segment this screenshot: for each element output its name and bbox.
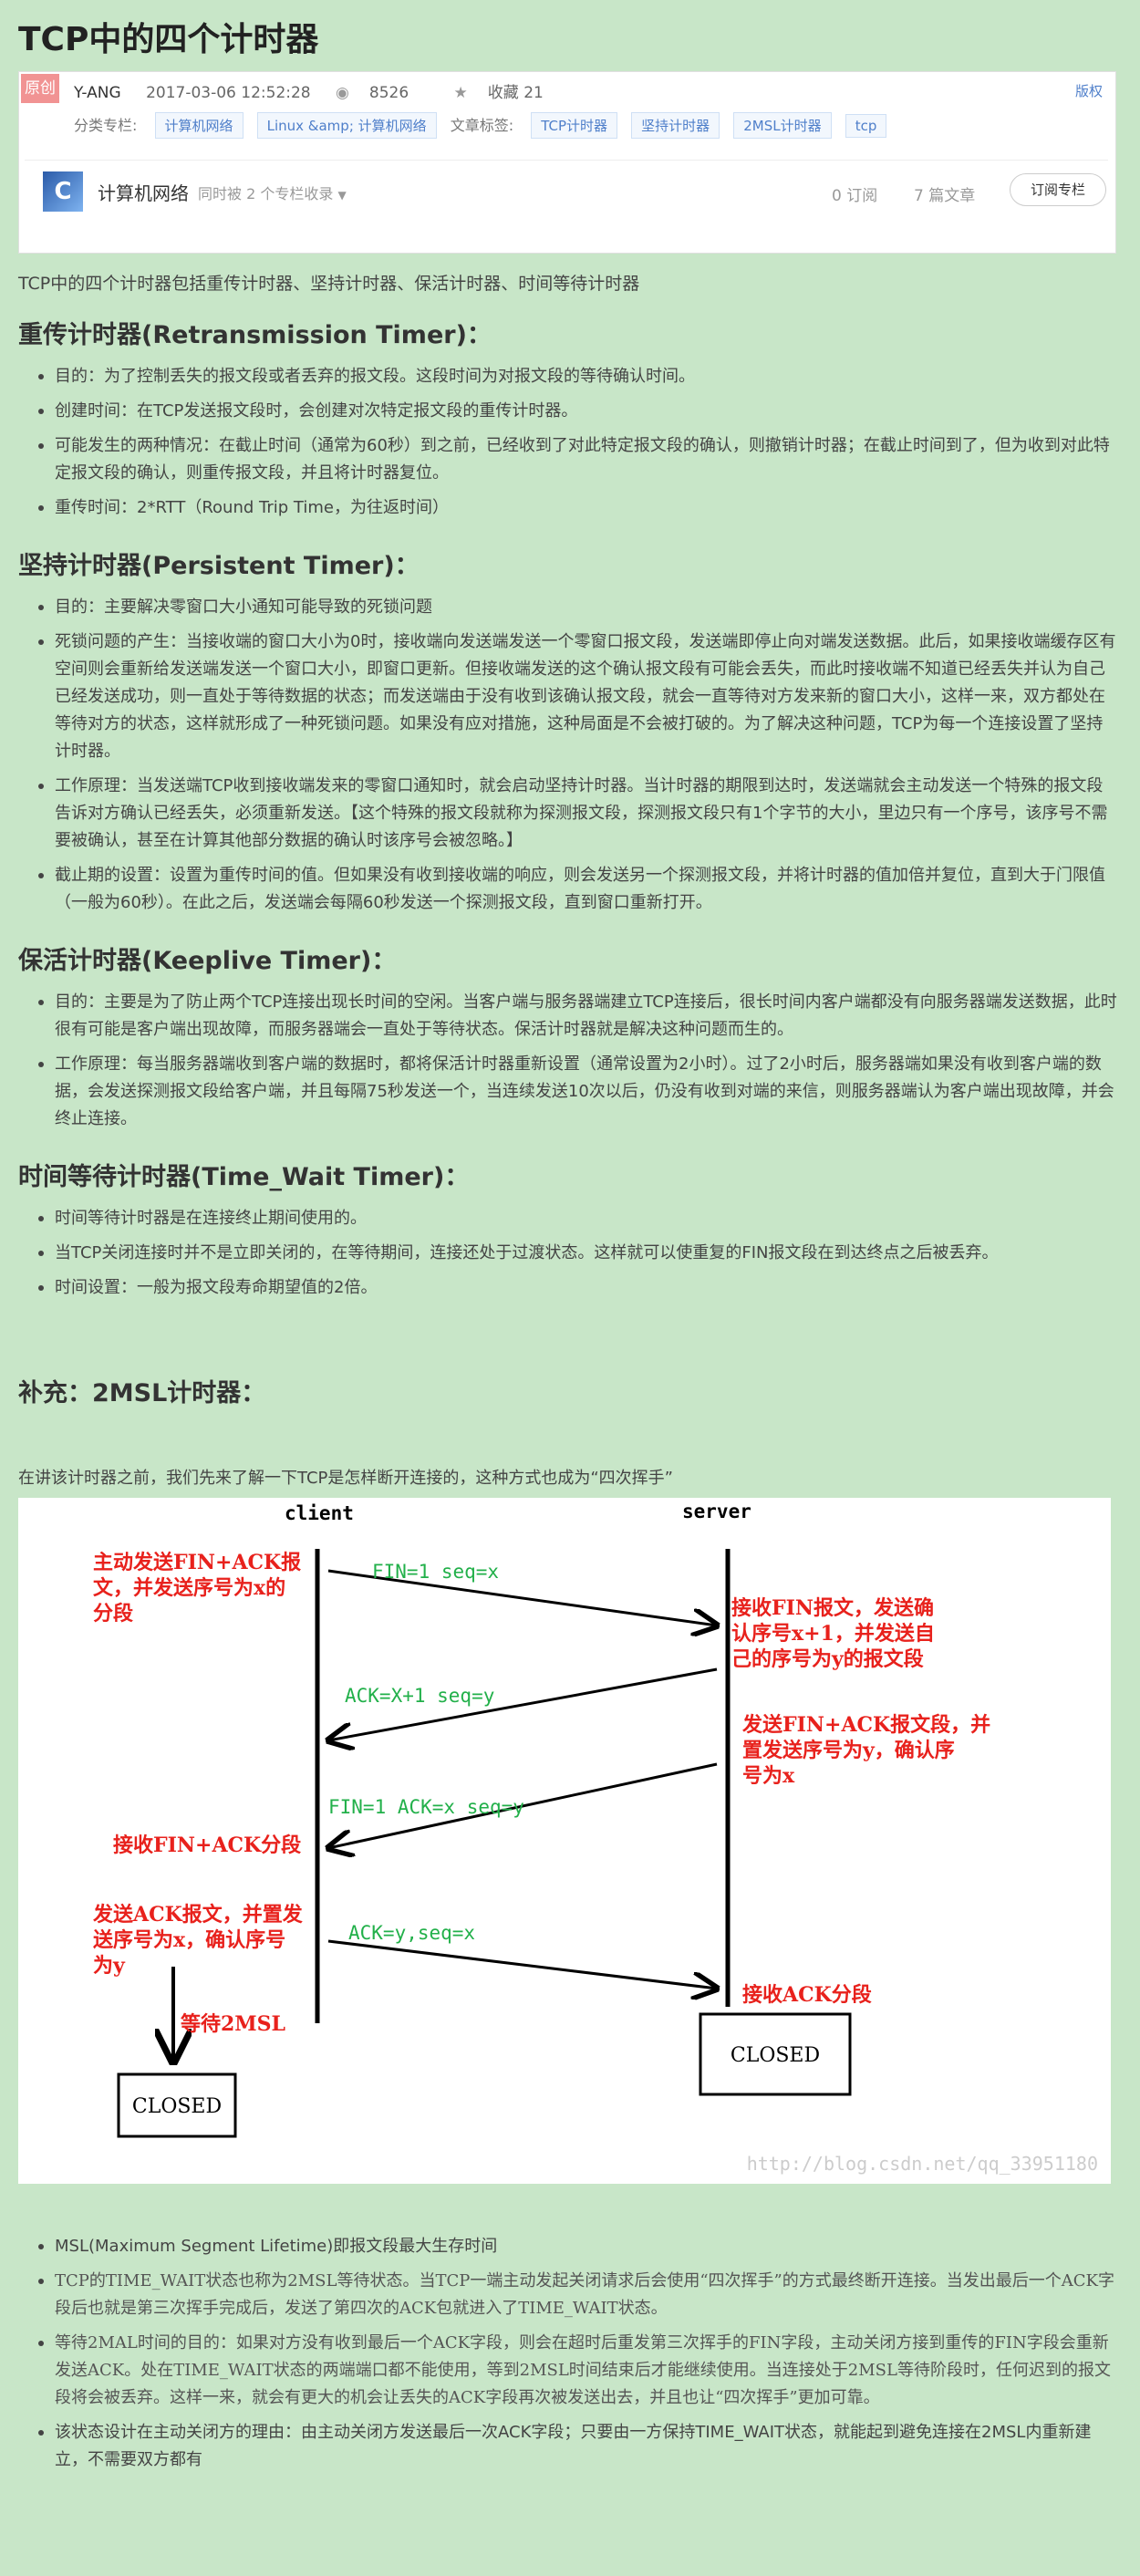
article-tag[interactable]: tcp: [845, 114, 887, 138]
list-item: 时间等待计时器是在连接终止期间使用的。: [38, 1205, 1117, 1232]
subscription-count: 0 订阅: [832, 187, 878, 205]
client-note-3: 为y: [93, 1954, 126, 1978]
page: TCP中的四个计时器 原创 Y-ANG 2017-03-06 12:52:28 …: [0, 0, 1140, 2576]
list-item: 目的：主要是为了防止两个TCP连接出现长时间的空闲。当客户端与服务器端建立TCP…: [38, 989, 1117, 1044]
publish-date: 2017-03-06 12:52:28: [146, 84, 311, 102]
client-note-2: 接收FIN+ACK分段: [113, 1833, 301, 1857]
original-badge: 原创: [21, 74, 59, 103]
section-list: 时间等待计时器是在连接终止期间使用的。 当TCP关闭连接时并不是立即关闭的，在等…: [18, 1205, 1117, 1302]
list-item: 可能发生的两种情况：在截止时间（通常为60秒）到之前，已经收到了对此特定报文段的…: [38, 432, 1117, 487]
article-tag-label: 文章标签:: [450, 117, 514, 134]
client-note-1: 分段: [93, 1602, 133, 1626]
list-item: 当TCP关闭连接时并不是立即关闭的，在等待期间，连接还处于过渡状态。这样就可以使…: [38, 1240, 1117, 1267]
list-item: 该状态设计在主动关闭方的理由：由主动关闭方发送最后一次ACK字段；只要由一方保持…: [38, 2419, 1117, 2474]
list-item: 重传时间：2*RTT（Round Trip Time，为往返时间）: [38, 494, 1117, 522]
client-closed-label: CLOSED: [132, 2095, 222, 2118]
msg-fin: FIN=1 seq=x: [372, 1561, 499, 1583]
eye-icon: ◉: [336, 84, 349, 102]
watermark: http://blog.csdn.net/qq_33951180: [746, 2153, 1098, 2175]
tag-row: 分类专栏: 计算机网络 Linux &amp; 计算机网络 文章标签: TCP计…: [74, 112, 896, 139]
column-label: 分类专栏:: [74, 117, 138, 134]
server-note-3: 接收ACK分段: [742, 1983, 872, 2007]
client-note-3: 发送ACK报文，并置发: [92, 1903, 304, 1927]
list-item: 目的：为了控制丢失的报文段或者丢弃的报文段。这段时间为对报文段的等待确认时间。: [38, 363, 1117, 390]
article-count: 7 篇文章: [914, 187, 976, 205]
client-label: client: [285, 1502, 354, 1524]
section-heading: 时间等待计时器(Time_Wait Timer)：: [18, 1163, 470, 1191]
column-logo[interactable]: C: [43, 171, 83, 212]
list-item: 死锁问题的产生：当接收端的窗口大小为0时，接收端向发送端发送一个零窗口报文段，发…: [38, 628, 1117, 765]
client-note-1: 文，并发送序号为x的: [93, 1576, 285, 1600]
server-note-1: 己的序号为y的报文段: [731, 1647, 924, 1671]
column-name[interactable]: 计算机网络: [98, 179, 189, 205]
wait-label: 等待2MSL: [181, 2012, 285, 2036]
section-heading: 保活计时器(Keeplive Timer)：: [18, 947, 397, 975]
article-tag[interactable]: TCP计时器: [531, 112, 618, 139]
list-item: MSL(Maximum Segment Lifetime)即报文段最大生存时间: [38, 2233, 1117, 2260]
column-tag[interactable]: 计算机网络: [154, 112, 244, 139]
list-item: 等待2MAL时间的目的：如果对方没有收到最后一个ACK字段，则会在超时后重发第三…: [38, 2330, 1117, 2412]
section-list: 目的：主要是为了防止两个TCP连接出现长时间的空闲。当客户端与服务器端建立TCP…: [18, 989, 1117, 1133]
article-tag[interactable]: 坚持计时器: [631, 112, 720, 139]
list-item: TCP的TIME_WAIT状态也称为2MSL等待状态。当TCP一端主动发起关闭请…: [38, 2268, 1117, 2322]
server-closed-label: CLOSED: [731, 2044, 820, 2067]
msg-final-ack: ACK=y,seq=x: [348, 1922, 475, 1944]
intro-text: TCP中的四个计时器包括重传计时器、坚持计时器、保活计时器、时间等待计时器: [18, 274, 640, 294]
list-item: 工作原理：每当服务器端收到客户端的数据时，都将保活计时器重新设置（通常设置为2小…: [38, 1051, 1117, 1133]
section-list: 目的：主要解决零窗口大小通知可能导致的死锁问题 死锁问题的产生：当接收端的窗口大…: [18, 594, 1117, 917]
section-heading: 坚持计时器(Persistent Timer)：: [18, 552, 420, 580]
figure-intro-text: 在讲该计时器之前，我们先来了解一下TCP是怎样断开连接的，这种方式也成为“四次挥…: [18, 1469, 674, 1488]
server-note-1: 接收FIN报文，发送确: [731, 1596, 934, 1620]
view-count: ◉ 8526: [336, 84, 409, 102]
msg-fin-ack: FIN=1 ACK=x seq=y: [328, 1796, 524, 1818]
final-ack-arrow: [327, 1939, 717, 1989]
four-way-handshake-diagram: client server FIN=1 seq=x ACK=X+1 seq=y …: [18, 1498, 1111, 2184]
article-meta-card: 原创 Y-ANG 2017-03-06 12:52:28 ◉ 8526 ★ 收藏 2…: [18, 71, 1116, 254]
list-item: 目的：主要解决零窗口大小通知可能导致的死锁问题: [38, 594, 1117, 621]
column-collected-dropdown[interactable]: 同时被 2 个专栏收录 ▼: [198, 182, 347, 203]
supplement-heading: 补充：2MSL计时器：: [18, 1379, 266, 1407]
list-item: 工作原理：当发送端TCP收到接收端发来的零窗口通知时，就会启动坚持计时器。当计时…: [38, 773, 1117, 855]
column-tag[interactable]: Linux &amp; 计算机网络: [256, 112, 437, 139]
article-tag[interactable]: 2MSL计时器: [733, 112, 832, 139]
caret-down-icon: ▼: [337, 189, 347, 202]
star-icon: ★: [453, 84, 468, 102]
favorite-button[interactable]: ★ 收藏 21: [454, 84, 564, 102]
handshake-svg: client server FIN=1 seq=x ACK=X+1 seq=y …: [92, 1501, 990, 2138]
server-note-2: 置发送序号为y，确认序: [742, 1739, 955, 1762]
author-link[interactable]: Y-ANG: [74, 84, 121, 102]
list-item: 创建时间：在TCP发送报文段时，会创建对次特定报文段的重传计时器。: [38, 398, 1117, 425]
msg-ack: ACK=X+1 seq=y: [345, 1685, 494, 1707]
list-item: 时间设置：一般为报文段寿命期望值的2倍。: [38, 1274, 1117, 1302]
client-note-1: 主动发送FIN+ACK报: [93, 1551, 301, 1574]
list-item: 截止期的设置：设置为重传时间的值。但如果没有收到接收端的响应，则会发送另一个探测…: [38, 862, 1117, 917]
msl-list: MSL(Maximum Segment Lifetime)即报文段最大生存时间 …: [18, 2233, 1117, 2474]
meta-info-row: Y-ANG 2017-03-06 12:52:28 ◉ 8526 ★ 收藏 21: [74, 79, 584, 102]
copyright-link[interactable]: 版权: [1075, 81, 1103, 100]
server-label: server: [682, 1501, 751, 1522]
column-card: C 计算机网络 同时被 2 个专栏收录 ▼ 0 订阅 7 篇文章 订阅专栏: [25, 160, 1108, 230]
server-note-2: 号为x: [742, 1764, 795, 1788]
section-heading: 重传计时器(Retransmission Timer)：: [18, 321, 492, 349]
article-body: TCP中的四个计时器包括重传计时器、坚持计时器、保活计时器、时间等待计时器 重传…: [18, 270, 1117, 2498]
section-list: 目的：为了控制丢失的报文段或者丢弃的报文段。这段时间为对报文段的等待确认时间。 …: [18, 363, 1117, 522]
server-note-2: 发送FIN+ACK报文段，并: [741, 1713, 990, 1737]
article-title: TCP中的四个计时器: [18, 21, 319, 58]
server-note-1: 认序号x+1，并发送自: [731, 1622, 935, 1646]
client-note-3: 送序号为x，确认序号: [93, 1928, 285, 1952]
subscribe-column-button[interactable]: 订阅专栏: [1010, 173, 1106, 206]
